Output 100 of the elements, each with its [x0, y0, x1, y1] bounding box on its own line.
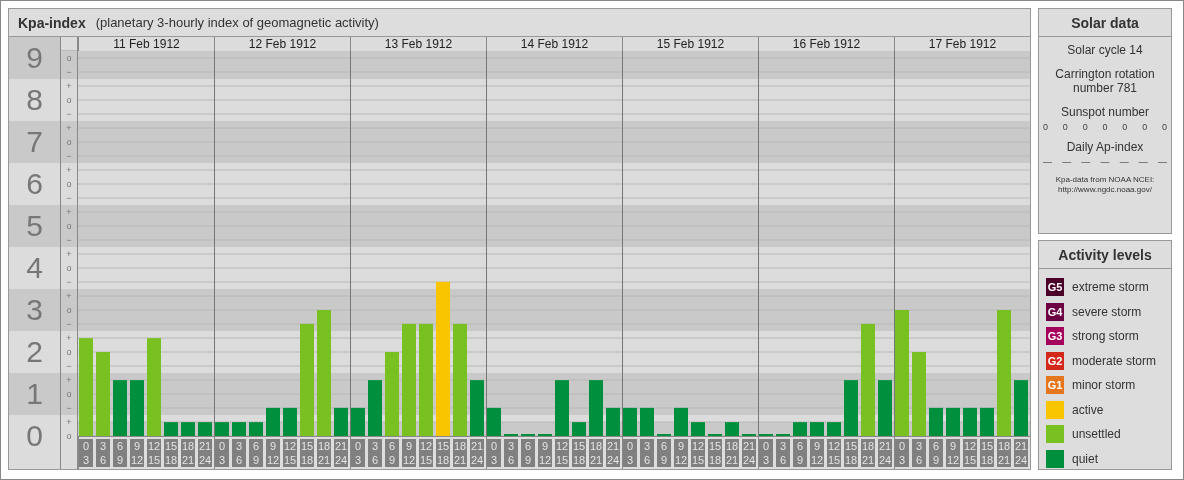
hour-range-label: 6 9	[929, 439, 943, 467]
storm-level-badge: G2	[1046, 351, 1064, 370]
hour-range-label: 21 24	[878, 439, 892, 467]
hour-range-label: 12 15	[691, 439, 705, 467]
kp-level-label: 6	[26, 166, 43, 202]
hour-range-label: 0 3	[487, 439, 501, 467]
hour-range-label: 9 12	[130, 439, 144, 467]
ap-index-value: —	[1081, 157, 1091, 167]
storm-level-badge: G1	[1046, 376, 1064, 395]
hour-range-label: 9 12	[810, 439, 824, 467]
hour-range-label: 9 12	[674, 439, 688, 467]
carrington-rotation-text: Carrington rotation number 781	[1054, 67, 1156, 95]
hour-range-label: 0 3	[215, 439, 229, 467]
kp-level-label: 1	[26, 376, 43, 412]
kp-level-label: 5	[26, 208, 43, 244]
sunspot-label: Sunspot number	[1060, 105, 1150, 119]
legend-label: active	[1072, 402, 1104, 417]
hour-range-label: 15 18	[708, 439, 722, 467]
kp-level-label: 3	[26, 292, 43, 328]
sub-level-label: +	[66, 206, 72, 219]
sub-level-label: +	[66, 164, 72, 177]
source-note: Kpa-data from NOAA NCEI:	[1055, 175, 1155, 184]
panel-title: Solar data	[1039, 9, 1171, 37]
sunspot-value: 0	[1122, 122, 1128, 132]
sub-level-label: +	[66, 290, 72, 303]
panel-subtitle: (planetary 3-hourly index of geomagnetic activity)	[95, 15, 379, 30]
ap-index-value: —	[1043, 157, 1052, 167]
hour-range-label: 9 12	[946, 439, 960, 467]
sub-level-label: o	[66, 430, 72, 443]
sunspot-value: 0	[1062, 122, 1068, 132]
sunspot-value: 0	[1142, 122, 1148, 132]
hour-range-label: 15 18	[572, 439, 586, 467]
hour-range-label: 0 3	[759, 439, 773, 467]
sub-level-label: o	[66, 388, 72, 401]
hour-range-label: 12 15	[827, 439, 841, 467]
hour-range-label: 21 24	[742, 439, 756, 467]
hour-range-label: 6 9	[793, 439, 807, 467]
sub-level-label: o	[66, 178, 72, 191]
hour-range-label: 0 3	[895, 439, 909, 467]
hour-range-label: 15 18	[164, 439, 178, 467]
legend-label: quiet	[1072, 451, 1099, 466]
hour-range-label: 6 9	[113, 439, 127, 467]
hour-range-label: 18 21	[861, 439, 875, 467]
hour-range-label: 18 21	[725, 439, 739, 467]
sub-level-label: −	[66, 66, 72, 79]
hour-range-label: 6 9	[521, 439, 535, 467]
ap-index-label: Daily Ap-index	[1066, 140, 1144, 154]
sub-level-label: +	[66, 416, 72, 429]
hour-range-label: 18 21	[181, 439, 195, 467]
sub-level-label: −	[66, 150, 72, 163]
hour-range-label: 3 6	[96, 439, 110, 467]
hour-range-label: 6 9	[385, 439, 399, 467]
hour-range-label: 3 6	[232, 439, 246, 467]
hour-range-label: 3 6	[640, 439, 654, 467]
legend-label: unsettled	[1072, 427, 1121, 442]
kp-level-label: 9	[26, 40, 43, 76]
hour-range-label: 18 21	[589, 439, 603, 467]
kp-level-label: 8	[26, 82, 43, 118]
legend-label: minor storm	[1072, 378, 1136, 393]
hour-range-label: 0 3	[79, 439, 93, 467]
kp-level-label: 4	[26, 250, 43, 286]
sub-level-label: −	[66, 192, 72, 205]
hour-range-label: 21 24	[198, 439, 212, 467]
hour-range-label: 9 12	[538, 439, 552, 467]
sub-level-label: o	[66, 262, 72, 275]
sunspot-value: 0	[1161, 122, 1167, 132]
panel-title: Activity levels	[1039, 241, 1171, 269]
sub-level-label: +	[66, 122, 72, 135]
ap-index-value: —	[1157, 157, 1167, 167]
source-link[interactable]: http://www.ngdc.noaa.gov/	[1055, 185, 1155, 195]
hour-range-label: 21 24	[470, 439, 484, 467]
sub-level-label: +	[66, 80, 72, 93]
legend-label: moderate storm	[1072, 353, 1157, 368]
legend-label: severe storm	[1072, 304, 1142, 319]
hour-range-label: 3 6	[504, 439, 518, 467]
sunspot-value: 0	[1082, 122, 1088, 132]
hour-range-label: 12 15	[283, 439, 297, 467]
sub-level-label: +	[66, 248, 72, 261]
hour-range-label: 12 15	[555, 439, 569, 467]
hour-range-label: 21 24	[1014, 439, 1028, 467]
hour-range-label: 21 24	[334, 439, 348, 467]
hour-range-label: 0 3	[351, 439, 365, 467]
sub-level-label: +	[66, 374, 72, 387]
sub-level-label: o	[66, 346, 72, 359]
sub-level-label: o	[66, 52, 72, 65]
hour-range-label: 12 15	[419, 439, 433, 467]
legend-label: extreme storm	[1072, 280, 1149, 295]
hour-range-label: 15 18	[844, 439, 858, 467]
sub-level-label: +	[66, 332, 72, 345]
sub-level-label: o	[66, 94, 72, 107]
hour-range-label: 3 6	[368, 439, 382, 467]
kp-level-label: 7	[26, 124, 43, 160]
storm-level-badge: G5	[1046, 278, 1064, 297]
sub-level-label: −	[66, 108, 72, 121]
solar-cycle-text: Solar cycle 14	[1067, 43, 1143, 57]
hour-range-label: 12 15	[963, 439, 977, 467]
hour-range-label: 21 24	[606, 439, 620, 467]
sunspot-value: 0	[1102, 122, 1108, 132]
sub-level-label: −	[66, 318, 72, 331]
hour-range-label: 15 18	[980, 439, 994, 467]
